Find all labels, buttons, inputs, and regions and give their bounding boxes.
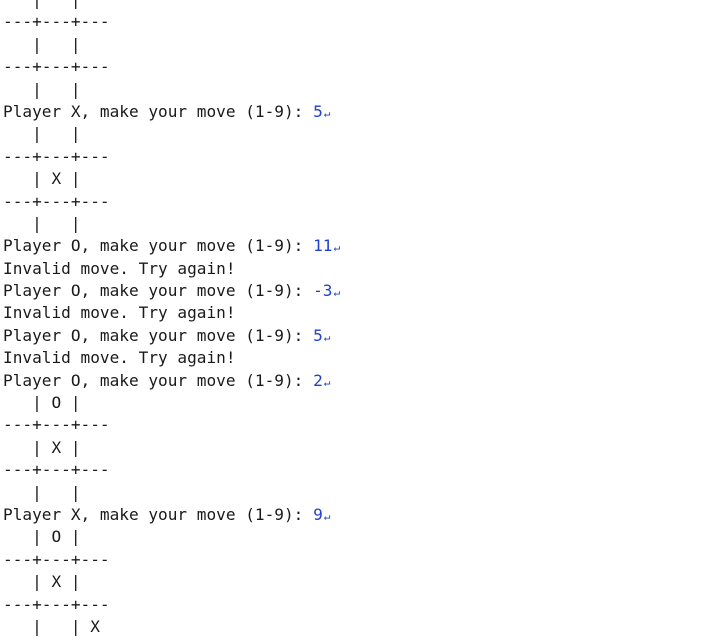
prompt-line: Player O, make your move (1-9): 5↵ bbox=[3, 325, 340, 347]
enter-key-icon: ↵ bbox=[323, 106, 331, 120]
board-separator: ---+---+--- bbox=[3, 146, 110, 166]
enter-key-icon: ↵ bbox=[333, 241, 341, 255]
user-input: 11 bbox=[313, 236, 333, 256]
board-separator: ---+---+--- bbox=[3, 549, 110, 569]
board-separator: ---+---+--- bbox=[3, 415, 110, 435]
enter-key-icon: ↵ bbox=[323, 375, 331, 389]
board-row: | O | bbox=[3, 393, 81, 413]
prompt-text: Player O, make your move (1-9): bbox=[3, 236, 314, 256]
prompt-text: Player O, make your move (1-9): bbox=[3, 325, 314, 345]
user-input: 2 bbox=[313, 370, 323, 390]
terminal-output: | |---+---+--- | |---+---+--- | |Player … bbox=[3, 0, 340, 638]
prompt-line: Player X, make your move (1-9): 9↵ bbox=[3, 504, 340, 526]
prompt-line: Player O, make your move (1-9): 2↵ bbox=[3, 370, 340, 392]
user-input: 5 bbox=[313, 101, 323, 121]
board-row: | O | bbox=[3, 527, 81, 547]
board-row: | X | bbox=[3, 572, 81, 592]
prompt-text: Player O, make your move (1-9): bbox=[3, 281, 314, 301]
board-separator: ---+---+--- bbox=[3, 460, 110, 480]
prompt-line: Player X, make your move (1-9): 5↵ bbox=[3, 101, 340, 123]
board-row: | | bbox=[3, 124, 81, 144]
prompt-line: Player O, make your move (1-9): 11↵ bbox=[3, 235, 340, 257]
board-row: | | bbox=[3, 213, 81, 233]
prompt-text: Player O, make your move (1-9): bbox=[3, 370, 314, 390]
board-row: | | bbox=[3, 482, 81, 502]
error-message: Invalid move. Try again! bbox=[3, 303, 236, 323]
error-message: Invalid move. Try again! bbox=[3, 258, 236, 278]
user-input: -3 bbox=[313, 281, 333, 301]
board-row: | | bbox=[3, 0, 340, 11]
board-row: | | bbox=[3, 79, 81, 99]
enter-key-icon: ↵ bbox=[323, 509, 331, 523]
prompt-text: Player X, make your move (1-9): bbox=[3, 504, 314, 524]
board-row: | X | bbox=[3, 437, 81, 457]
user-input: 5 bbox=[313, 325, 323, 345]
board-separator: ---+---+--- bbox=[3, 12, 110, 32]
board-separator: ---+---+--- bbox=[3, 57, 110, 77]
enter-key-icon: ↵ bbox=[333, 286, 341, 300]
board-row: | X | bbox=[3, 169, 81, 189]
user-input: 9 bbox=[313, 504, 323, 524]
prompt-text: Player X, make your move (1-9): bbox=[3, 101, 314, 121]
board-separator: ---+---+--- bbox=[3, 594, 110, 614]
board-separator: ---+---+--- bbox=[3, 191, 110, 211]
error-message: Invalid move. Try again! bbox=[3, 348, 236, 368]
board-row: | | bbox=[3, 34, 81, 54]
enter-key-icon: ↵ bbox=[323, 330, 331, 344]
prompt-line: Player O, make your move (1-9): -3↵ bbox=[3, 280, 340, 302]
board-row: | | X bbox=[3, 616, 100, 636]
